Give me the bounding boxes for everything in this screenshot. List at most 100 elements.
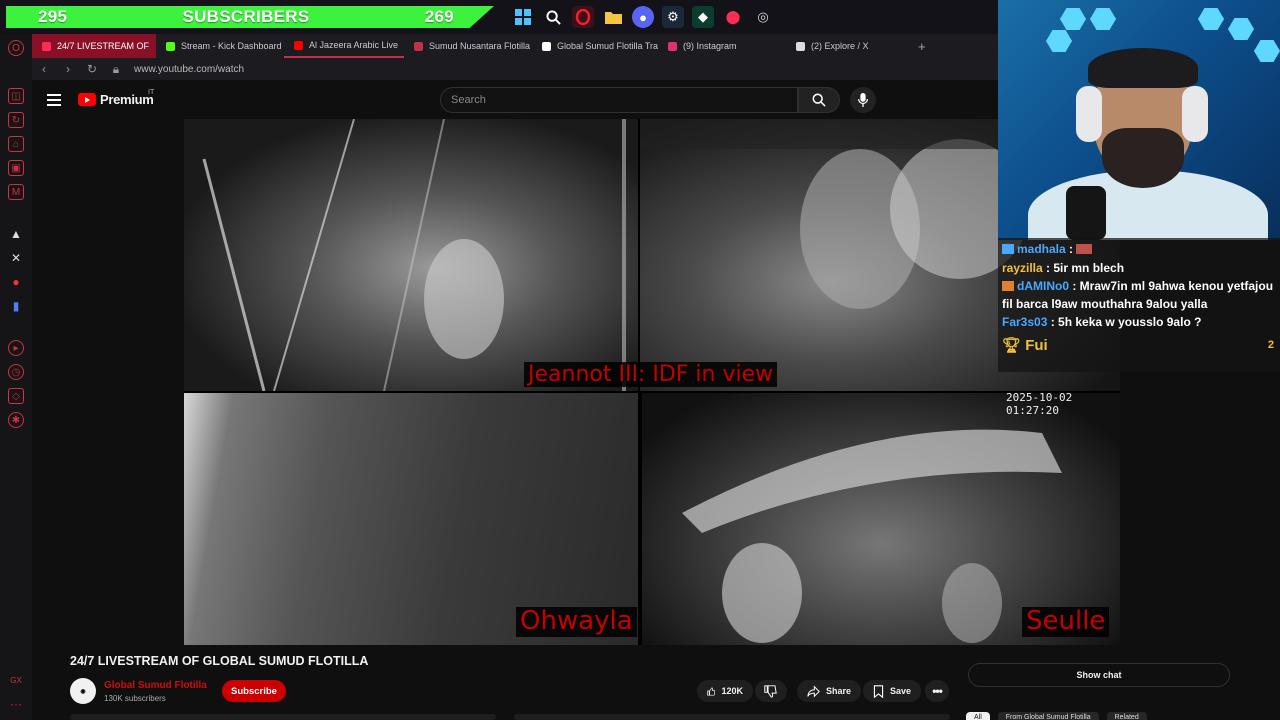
- more-icon: •••: [932, 684, 943, 698]
- more-icon[interactable]: ···: [8, 696, 24, 712]
- steam-icon[interactable]: ⚙: [662, 6, 684, 28]
- tab-x-explore[interactable]: (2) Explore / X: [786, 34, 906, 58]
- search-icon: [812, 93, 826, 107]
- share-icon: [807, 684, 820, 698]
- url-field[interactable]: www.youtube.com/watch: [134, 64, 244, 75]
- taskbar-icons: ● ⚙ ◆ ⬤ ◎: [512, 6, 774, 28]
- youtube-music-icon[interactable]: ●: [8, 274, 24, 290]
- subscribe-button[interactable]: Subscribe: [222, 680, 286, 702]
- chat-username: dAMINo0: [1017, 279, 1069, 294]
- chip-all[interactable]: All: [966, 712, 990, 720]
- camera-label-top: Jeannot III: IDF in view: [524, 362, 778, 388]
- hex-light: [1060, 8, 1086, 30]
- search-icon[interactable]: [542, 6, 564, 28]
- chip-from-channel[interactable]: From Global Sumud Flotilla: [997, 712, 1099, 720]
- settings-icon[interactable]: ✱: [8, 412, 24, 428]
- history-icon[interactable]: ◷: [8, 364, 24, 380]
- tab-sumud-nusantara[interactable]: Sumud Nusantara Flotilla: [404, 34, 532, 58]
- app-icon[interactable]: ◆: [692, 6, 714, 28]
- like-count: 120K: [721, 686, 743, 696]
- chip-related[interactable]: Related: [1106, 712, 1147, 720]
- share-button[interactable]: Share: [797, 680, 862, 702]
- hex-light: [1090, 8, 1116, 30]
- channel-avatar[interactable]: ◉: [70, 678, 96, 704]
- twitch-icon[interactable]: ▣: [8, 160, 24, 176]
- tab-label: (9) Instagram: [683, 41, 737, 51]
- related-filter-chips: All From Global Sumud Flotilla Related: [966, 712, 1147, 720]
- chat-username: rayzilla: [1002, 260, 1043, 275]
- search-input[interactable]: Search: [440, 87, 798, 113]
- new-tab-icon[interactable]: +: [918, 39, 926, 54]
- mail-icon[interactable]: M: [8, 184, 24, 200]
- sword-badge-icon: [1002, 281, 1014, 292]
- tab-label: 24/7 LIVESTREAM OF: [57, 41, 150, 51]
- forward-icon[interactable]: ›: [62, 62, 74, 76]
- chat-text: 5ir mn blech: [1053, 260, 1125, 275]
- region-code: IT: [148, 89, 155, 96]
- comments-box[interactable]: [514, 714, 950, 720]
- hex-light: [1198, 8, 1224, 30]
- windows-icon[interactable]: [512, 6, 534, 28]
- description-box[interactable]: [70, 714, 496, 720]
- sub-count-right: 269: [424, 7, 454, 26]
- channel-subscribers: 130K subscribers: [104, 694, 166, 703]
- leader-name: Fui: [1025, 336, 1048, 354]
- save-button[interactable]: Save: [863, 680, 922, 702]
- shopping-icon[interactable]: ⌂: [8, 136, 24, 152]
- youtube-favicon-icon: [42, 41, 51, 51]
- camera-label-bottom-right: Seulle: [1022, 606, 1110, 637]
- back-icon[interactable]: ‹: [38, 62, 50, 76]
- like-button[interactable]: 120K: [697, 680, 753, 702]
- tab-instagram[interactable]: (9) Instagram: [658, 34, 786, 58]
- tab-bar: 24/7 LIVESTREAM OF Stream - Kick Dashboa…: [32, 34, 1000, 58]
- screen: 295 SUBSCRIBERS 269 ● ⚙ ◆ ⬤ ◎ O ◫ ↻ ⌂ ▣ …: [0, 0, 1280, 720]
- more-actions-button[interactable]: •••: [925, 680, 949, 702]
- opera-menu-icon[interactable]: O: [8, 40, 24, 56]
- chat-username: Far3s03: [1002, 315, 1048, 330]
- streamer-hair: [1088, 48, 1198, 88]
- tab-label: Stream - Kick Dashboard: [181, 41, 282, 51]
- camera-feed-top-left: [184, 119, 638, 391]
- refresh-icon[interactable]: ↻: [8, 112, 24, 128]
- discord-icon[interactable]: ●: [632, 6, 654, 28]
- vpn-icon[interactable]: ▮: [8, 298, 24, 314]
- hex-light: [1228, 18, 1254, 40]
- chat-leaderboard-row: 🏆︎ Fui 2: [1002, 334, 1274, 357]
- chrome-icon[interactable]: ◎: [752, 6, 774, 28]
- gx-icon[interactable]: GX: [8, 672, 24, 688]
- aria-icon[interactable]: ▲: [8, 226, 24, 242]
- youtube-logo[interactable]: Premium IT: [78, 89, 155, 107]
- tab-label: Global Sumud Flotilla Tra: [557, 41, 658, 51]
- tab-livestream[interactable]: 24/7 LIVESTREAM OF: [32, 34, 156, 58]
- microphone-icon: [1066, 186, 1106, 240]
- tracker-favicon-icon: [542, 41, 551, 51]
- folder-icon[interactable]: [602, 6, 624, 28]
- tab-global-sumud-tracker[interactable]: Global Sumud Flotilla Tra: [532, 34, 658, 58]
- search-button[interactable]: [798, 87, 840, 113]
- channel-name[interactable]: Global Sumud Flotilla: [104, 680, 207, 691]
- video-player[interactable]: Jeannot III: IDF in view 2025-10-02 01:2…: [184, 119, 1120, 645]
- youtube-favicon-icon: [294, 40, 303, 50]
- streamer-webcam: [998, 0, 1280, 240]
- reload-icon[interactable]: ↻: [86, 62, 98, 76]
- maps-icon[interactable]: ⬤: [722, 6, 744, 28]
- messenger-icon[interactable]: ◫: [8, 88, 24, 104]
- opera-icon[interactable]: [572, 6, 594, 28]
- pinboard-icon[interactable]: ◇: [8, 388, 24, 404]
- player-icon[interactable]: ▸: [8, 340, 24, 356]
- voice-search-button[interactable]: [850, 87, 876, 113]
- menu-icon[interactable]: [47, 94, 61, 106]
- chat-message: Far3s03 : 5h keka w yousslo 9alo ?: [1002, 315, 1202, 330]
- show-chat-button[interactable]: Show chat: [968, 663, 1230, 687]
- tab-al-jazeera[interactable]: Al Jazeera Arabic Live: [284, 34, 404, 58]
- chat-message: rayzilla : 5ir mn blech: [1002, 260, 1125, 275]
- tab-kick-dashboard[interactable]: Stream - Kick Dashboard: [156, 34, 284, 58]
- hex-light: [1046, 30, 1072, 52]
- chat-message: dAMINo0 : Mraw7in ml 9ahwa kenou yetfajo…: [1002, 279, 1274, 312]
- thumbs-up-icon: [707, 686, 716, 696]
- headphones-icon: [1076, 86, 1102, 142]
- x-favicon-icon: [796, 41, 805, 51]
- bookmark-icon: [873, 684, 884, 698]
- x-icon[interactable]: ✕: [8, 250, 24, 266]
- dislike-button[interactable]: [755, 680, 787, 702]
